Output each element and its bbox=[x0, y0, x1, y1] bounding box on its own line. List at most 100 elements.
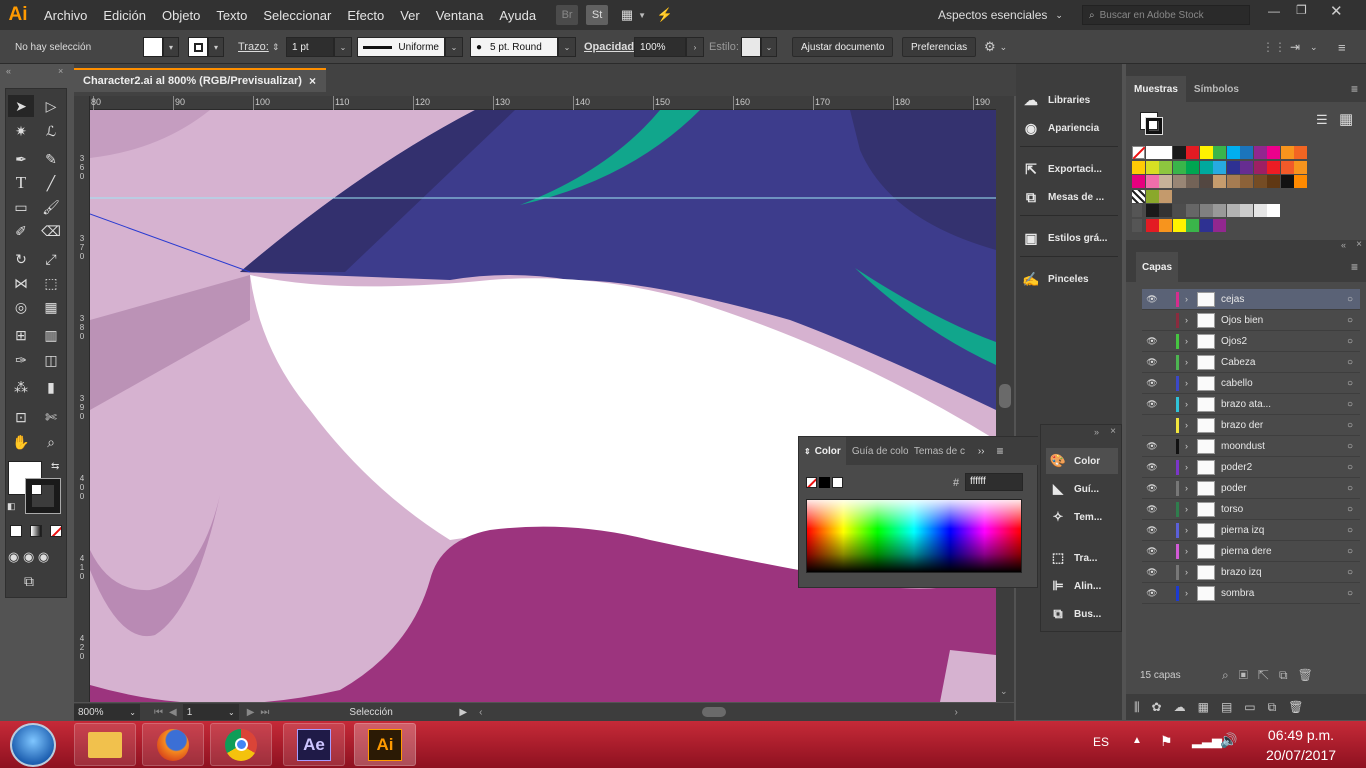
color-swatch[interactable] bbox=[1172, 146, 1186, 159]
color-swatch[interactable] bbox=[1253, 204, 1267, 217]
show-hidden-icons-icon[interactable]: ▲ bbox=[1132, 735, 1142, 746]
collapse-arrows-icon[interactable]: « bbox=[6, 66, 11, 76]
menu-item-7[interactable]: Ventana bbox=[428, 8, 492, 23]
vertical-ruler[interactable]: 360370380390400410420 bbox=[74, 96, 90, 702]
color-swatch[interactable] bbox=[1132, 175, 1145, 188]
visibility-eye-icon[interactable]: 👁 bbox=[1142, 504, 1162, 515]
color-swatch[interactable] bbox=[1280, 175, 1294, 188]
dock-artboards-button[interactable]: ⧉ Mesas de ... bbox=[1020, 184, 1120, 210]
color-spectrum[interactable] bbox=[806, 499, 1022, 573]
layer-row[interactable]: 👁 › brazo ata... ○ bbox=[1142, 394, 1360, 415]
paintbrush-tool-icon[interactable]: 🖌 bbox=[38, 196, 64, 218]
color-swatch[interactable] bbox=[1213, 146, 1226, 159]
chevron-down-icon[interactable]: ⌄ bbox=[1000, 686, 1008, 697]
tab-layers[interactable]: Capas bbox=[1136, 252, 1179, 282]
previous-artboard-icon[interactable]: ◀ bbox=[169, 707, 177, 718]
zoom-field[interactable]: 800% ⌄ bbox=[74, 704, 140, 720]
expand-arrow-icon[interactable]: › bbox=[1185, 441, 1197, 451]
color-swatch[interactable] bbox=[1159, 160, 1172, 174]
scroll-thumb[interactable] bbox=[999, 384, 1011, 408]
color-swatch[interactable] bbox=[1294, 175, 1307, 188]
close-tab-icon[interactable]: × bbox=[309, 74, 316, 88]
layer-row[interactable]: 👁 › Cabeza ○ bbox=[1142, 352, 1360, 373]
delete-layer-icon[interactable]: 🗑 bbox=[1298, 668, 1323, 682]
tab-symbols[interactable]: Símbolos bbox=[1186, 84, 1247, 95]
color-swatch[interactable] bbox=[1199, 146, 1213, 159]
shape-builder-tool-icon[interactable]: ◎ bbox=[8, 296, 34, 318]
first-artboard-icon[interactable]: ⏮ bbox=[154, 707, 163, 718]
scroll-left-icon[interactable]: ‹ bbox=[479, 707, 482, 718]
visibility-eye-icon[interactable]: 👁 bbox=[1142, 441, 1162, 452]
cloud-libraries-icon[interactable]: ☁ bbox=[1174, 700, 1186, 714]
taskbar-illustrator[interactable]: Ai bbox=[354, 723, 416, 766]
color-swatch[interactable] bbox=[1253, 160, 1267, 174]
expand-arrow-icon[interactable]: › bbox=[1185, 462, 1197, 472]
color-swatch[interactable] bbox=[1213, 175, 1226, 188]
color-swatch[interactable] bbox=[1226, 204, 1240, 217]
clock-time[interactable]: 06:49 p.m. bbox=[1256, 727, 1346, 743]
pattern-swatch[interactable] bbox=[1132, 189, 1145, 203]
close-dock-icon[interactable]: × bbox=[1110, 426, 1116, 437]
color-swatch[interactable] bbox=[1267, 204, 1280, 217]
expand-arrow-icon[interactable]: › bbox=[1185, 336, 1197, 346]
target-circle-icon[interactable]: ○ bbox=[1340, 315, 1360, 326]
isolate-icon[interactable]: ⇥ bbox=[1290, 30, 1300, 64]
language-indicator[interactable]: ES bbox=[1093, 735, 1109, 749]
target-circle-icon[interactable]: ○ bbox=[1340, 399, 1360, 410]
stock-search-input[interactable]: ⌕ Buscar en Adobe Stock bbox=[1082, 5, 1250, 25]
white-swatch[interactable] bbox=[832, 477, 843, 488]
locate-object-icon[interactable]: ⌕ bbox=[1222, 668, 1239, 682]
delete-swatch-icon[interactable]: 🗑 bbox=[1288, 700, 1303, 714]
color-swatch[interactable] bbox=[1213, 204, 1226, 217]
perspective-grid-tool-icon[interactable]: ▦ bbox=[38, 296, 64, 318]
color-swatch[interactable] bbox=[1213, 218, 1226, 232]
color-swatch[interactable] bbox=[1267, 160, 1280, 174]
layer-row[interactable]: › brazo der ○ bbox=[1142, 415, 1360, 436]
expand-arrow-icon[interactable]: › bbox=[1185, 315, 1197, 325]
layer-row[interactable]: 👁 › moondust ○ bbox=[1142, 436, 1360, 457]
color-swatch[interactable] bbox=[1226, 146, 1240, 159]
visibility-eye-icon[interactable]: 👁 bbox=[1142, 294, 1162, 305]
hex-input[interactable]: ffffff bbox=[965, 473, 1023, 491]
layer-row[interactable]: › Ojos bien ○ bbox=[1142, 310, 1360, 331]
line-tool-icon[interactable]: ╱ bbox=[38, 172, 64, 194]
color-group-icon[interactable] bbox=[1132, 204, 1142, 217]
transform-options-icon[interactable]: ⚙ ⌄ bbox=[984, 30, 1007, 64]
place-swatches-icon[interactable]: ✿ bbox=[1152, 700, 1162, 714]
color-group-icon[interactable] bbox=[1132, 218, 1142, 232]
color-swatch[interactable] bbox=[1172, 160, 1186, 174]
expand-arrow-icon[interactable]: › bbox=[1185, 525, 1197, 535]
expand-arrow-icon[interactable]: › bbox=[1185, 567, 1197, 577]
target-circle-icon[interactable]: ○ bbox=[1340, 462, 1360, 473]
maximize-button[interactable]: ❐ bbox=[1296, 3, 1307, 17]
bridge-icon[interactable]: Br bbox=[556, 5, 579, 25]
visibility-eye-icon[interactable]: 👁 bbox=[1142, 483, 1162, 494]
menu-item-0[interactable]: Archivo bbox=[36, 8, 95, 23]
zoom-tool-icon[interactable]: ⌕ bbox=[38, 431, 64, 453]
color-swatch[interactable] bbox=[1280, 146, 1294, 159]
opacity-field[interactable]: 100% bbox=[634, 37, 686, 57]
slice-tool-icon[interactable]: ✄ bbox=[38, 406, 64, 428]
dock-color-button[interactable]: 🎨 Color bbox=[1046, 448, 1118, 474]
scale-tool-icon[interactable]: ⤢ bbox=[38, 248, 64, 270]
color-swatch[interactable] bbox=[1226, 160, 1240, 174]
color-swatch[interactable] bbox=[1159, 218, 1172, 232]
type-tool-icon[interactable]: T bbox=[8, 172, 34, 194]
target-circle-icon[interactable]: ○ bbox=[1340, 546, 1360, 557]
target-circle-icon[interactable]: ○ bbox=[1340, 336, 1360, 347]
workspace-switcher[interactable]: Aspectos esenciales ⌄ bbox=[938, 0, 1063, 30]
stroke-label[interactable]: Trazo: bbox=[238, 30, 269, 64]
eyedropper-tool-icon[interactable]: ✑ bbox=[8, 349, 34, 371]
target-circle-icon[interactable]: ○ bbox=[1340, 378, 1360, 389]
stock-icon[interactable]: St bbox=[586, 5, 609, 25]
panel-menu-icon[interactable]: ≡ bbox=[1338, 30, 1346, 64]
dock-align-button[interactable]: ⊫ Alin... bbox=[1046, 573, 1118, 599]
symbol-sprayer-tool-icon[interactable]: ⁂ bbox=[8, 376, 34, 398]
dock-guide-button[interactable]: ◣ Guí... bbox=[1046, 476, 1118, 502]
dock-transform-button[interactable]: ⬚ Tra... bbox=[1046, 545, 1118, 571]
hand-tool-icon[interactable]: ✋ bbox=[8, 431, 34, 453]
none-swatch[interactable] bbox=[806, 477, 817, 488]
menu-item-6[interactable]: Ver bbox=[392, 8, 428, 23]
layer-row[interactable]: 👁 › pierna dere ○ bbox=[1142, 541, 1360, 562]
color-swatch[interactable] bbox=[1199, 175, 1213, 188]
